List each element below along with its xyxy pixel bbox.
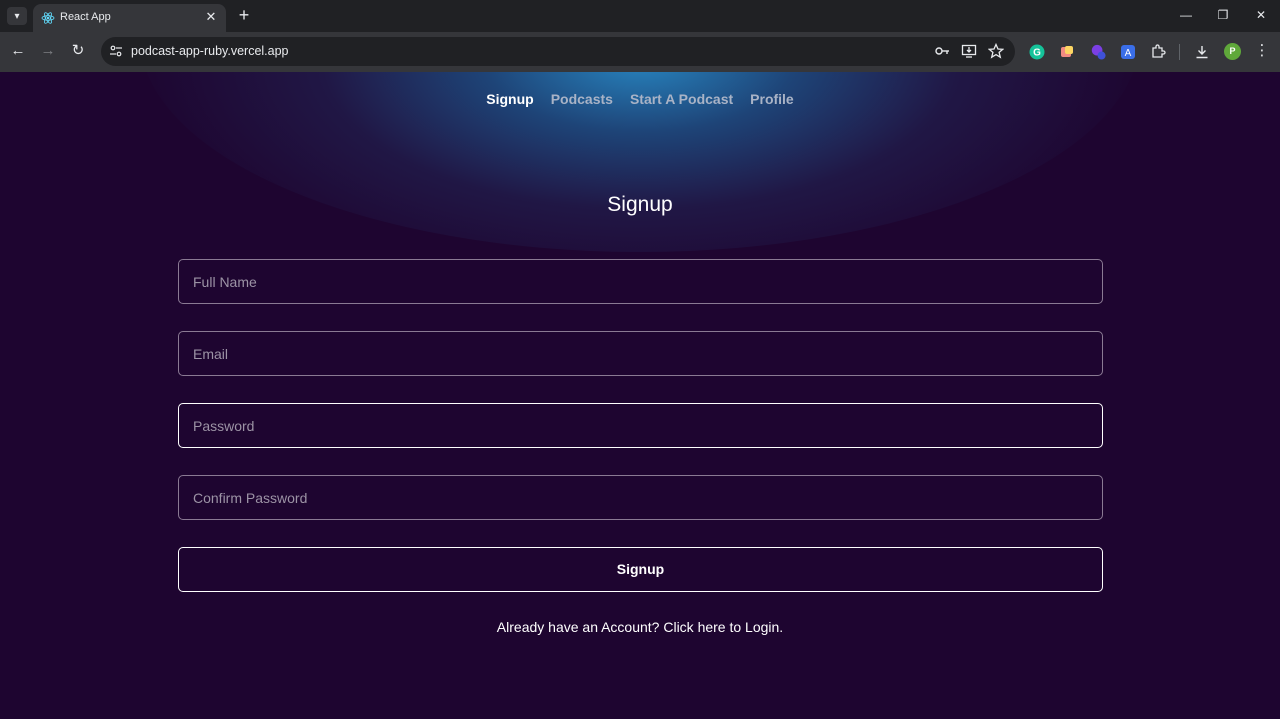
close-window-icon[interactable]: ✕	[1254, 8, 1268, 22]
password-key-icon[interactable]	[934, 43, 950, 59]
install-app-icon[interactable]	[961, 43, 977, 59]
signup-page: Signup Podcasts Start A Podcast Profile …	[0, 72, 1280, 719]
tab-title: React App	[60, 11, 111, 23]
translate-extension-icon[interactable]: A	[1120, 44, 1136, 60]
browser-tab[interactable]: React App ✕	[33, 4, 226, 32]
forward-arrow-icon[interactable]: →	[39, 42, 57, 60]
password-input[interactable]	[178, 403, 1103, 448]
tab-strip: ▾ React App ✕ + — ❐ ✕	[0, 0, 1280, 32]
url-text: podcast-app-ruby.vercel.app	[131, 44, 289, 58]
minimize-icon[interactable]: —	[1179, 8, 1193, 22]
bookmark-star-icon[interactable]	[988, 43, 1004, 59]
svg-text:A: A	[1125, 48, 1132, 59]
react-logo-icon	[41, 12, 55, 24]
back-arrow-icon[interactable]: ←	[9, 42, 27, 60]
full-name-input[interactable]	[178, 259, 1103, 304]
tab-close-icon[interactable]: ✕	[204, 10, 218, 24]
browser-menu-icon[interactable]: ⋮	[1253, 42, 1271, 60]
email-input[interactable]	[178, 331, 1103, 376]
signup-button[interactable]: Signup	[178, 547, 1103, 592]
nav-link-profile[interactable]: Profile	[750, 91, 794, 111]
page-title: Signup	[607, 193, 673, 216]
extensions-puzzle-icon[interactable]	[1150, 44, 1166, 60]
top-navigation: Signup Podcasts Start A Podcast Profile	[0, 91, 1280, 111]
extension-badge-icon[interactable]	[1090, 44, 1106, 60]
profile-avatar[interactable]: P	[1224, 43, 1241, 60]
address-bar[interactable]: podcast-app-ruby.vercel.app	[101, 37, 1015, 66]
grammarly-icon[interactable]: G	[1029, 44, 1045, 60]
reload-icon[interactable]: ↻	[69, 42, 87, 60]
svg-text:G: G	[1033, 48, 1041, 59]
tab-search-icon[interactable]: ▾	[7, 7, 27, 25]
login-link[interactable]: Already have an Account? Click here to L…	[0, 619, 1280, 635]
toolbar-divider	[1179, 44, 1180, 60]
nav-link-podcasts[interactable]: Podcasts	[551, 91, 613, 111]
new-tab-icon[interactable]: +	[236, 6, 252, 24]
site-info-icon[interactable]	[109, 44, 123, 58]
paint-extension-icon[interactable]	[1059, 44, 1075, 60]
nav-link-signup[interactable]: Signup	[486, 91, 533, 111]
restore-icon[interactable]: ❐	[1216, 8, 1230, 22]
confirm-password-input[interactable]	[178, 475, 1103, 520]
browser-toolbar: ← → ↻ podcast-app-ruby.vercel.app G A P …	[0, 32, 1280, 94]
nav-link-start-podcast[interactable]: Start A Podcast	[630, 91, 733, 111]
downloads-icon[interactable]	[1194, 44, 1210, 60]
